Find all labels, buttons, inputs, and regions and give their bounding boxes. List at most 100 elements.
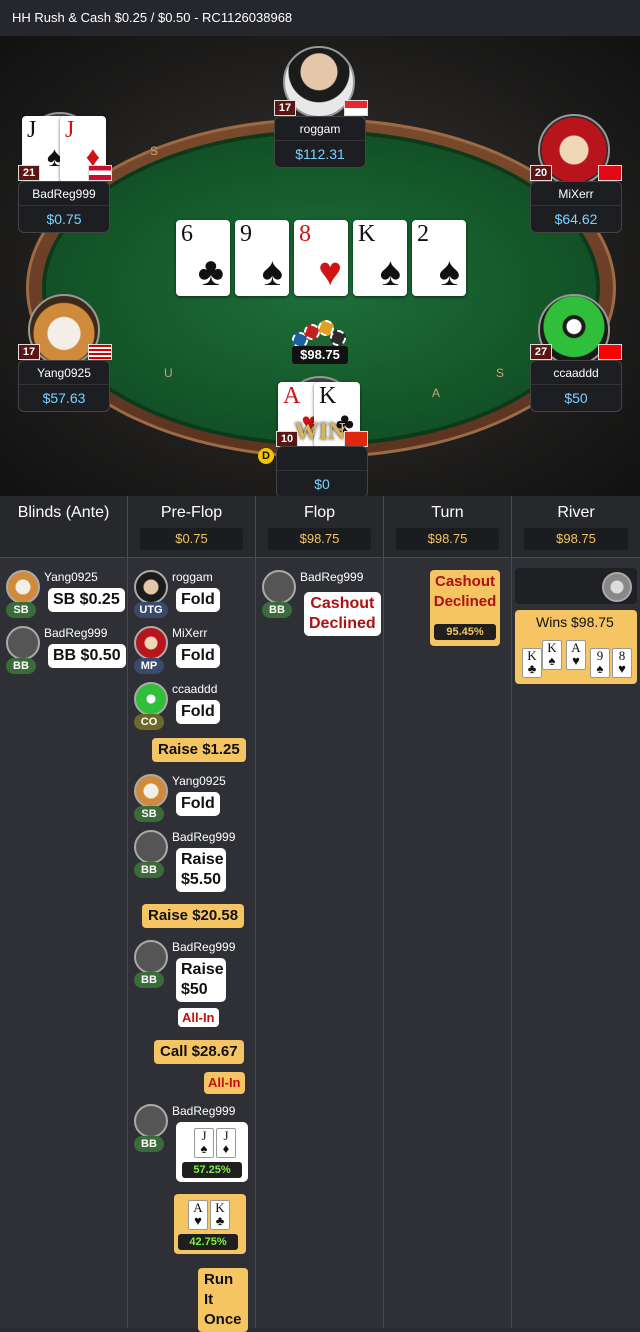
card: 9 ♠ <box>590 648 610 678</box>
nameplate: MiXerr $64.62 <box>530 181 622 233</box>
level-badge: 27 <box>530 344 552 360</box>
column-title: Flop <box>303 504 336 521</box>
level-badge: 21 <box>18 165 40 181</box>
equity-percent: 42.75% <box>178 1234 238 1250</box>
column-flop: Flop $98.75 BB BadReg999 Cashout Decline… <box>256 496 384 1328</box>
column-title: River <box>557 504 595 521</box>
column-river: River $98.75 Wins $98.75 K ♣ K ♠ A ♥ 9 ♠ 8 ♥ <box>512 496 640 1328</box>
street-pot: $0.75 <box>140 528 243 550</box>
hero-allin-badge: All-In <box>204 1072 245 1094</box>
nameplate: BadReg999 $0.75 <box>18 181 110 233</box>
player-name: ccaaddd <box>172 682 218 696</box>
position-badge: BB <box>134 972 164 988</box>
action-bubble: Raise $50 <box>176 958 226 1002</box>
board-card: 9 ♠ <box>235 220 289 296</box>
board-card: 6 ♣ <box>176 220 230 296</box>
player-name: Yang0925 <box>44 570 98 584</box>
flag-latvia-icon <box>88 165 112 181</box>
position-badge: BB <box>6 658 36 674</box>
level-badge: 10 <box>276 431 298 447</box>
player-name <box>277 447 367 471</box>
avatar <box>134 682 168 716</box>
column-header: Flop $98.75 <box>256 496 383 558</box>
card: K ♣ <box>522 648 542 678</box>
card: A ♥ <box>566 640 586 670</box>
card: J ♦ <box>216 1128 236 1158</box>
player-stack: $112.31 <box>295 146 345 162</box>
action-bubble: Fold <box>176 588 220 612</box>
avatar <box>134 830 168 864</box>
street-pot: $98.75 <box>524 528 628 550</box>
position-badge: CO <box>134 714 164 730</box>
column-title: Turn <box>431 504 464 521</box>
win-banner: WIN <box>294 419 346 445</box>
column-header: River $98.75 <box>512 496 640 558</box>
flag-malaysia-icon <box>88 344 112 360</box>
nameplate: $0 <box>276 446 368 496</box>
flag-singapore-icon <box>344 100 368 116</box>
position-badge: BB <box>134 1136 164 1152</box>
column-header: Turn $98.75 <box>384 496 511 558</box>
card: A ♥ <box>188 1200 208 1230</box>
column-blinds: Blinds (Ante) SB Yang0925 SB $0.25 BB Ba… <box>0 496 128 1328</box>
avatar <box>262 570 296 604</box>
player-name: BadReg999 <box>172 940 236 954</box>
equity-percent: 57.25% <box>182 1162 242 1178</box>
rail-letter: S <box>150 144 159 158</box>
player-name: BadReg999 <box>19 182 109 206</box>
column-turn: Turn $98.75 Cashout Declined 95.45% <box>384 496 512 1328</box>
column-header: Blinds (Ante) <box>0 496 127 558</box>
position-badge: MP <box>134 658 164 674</box>
player-stack: $0 <box>314 476 330 492</box>
card: 8 ♥ <box>612 648 632 678</box>
hero-action-bubble: Raise $1.25 <box>152 738 246 762</box>
player-stack: $50 <box>564 390 588 406</box>
card: K ♣ <box>210 1200 230 1230</box>
column-preflop: Pre-Flop $0.75 UTG roggam Fold MP MiXerr… <box>128 496 256 1332</box>
column-header: Pre-Flop $0.75 <box>128 496 255 558</box>
player-name: Yang0925 <box>172 774 226 788</box>
player-name: BadReg999 <box>44 626 108 640</box>
player-stack: $0.75 <box>46 211 82 227</box>
player-stack: $57.63 <box>42 390 86 406</box>
flag-taiwan-icon <box>598 344 622 360</box>
player-name: MiXerr <box>531 182 621 206</box>
action-bubble: BB $0.50 <box>48 644 126 668</box>
avatar <box>6 626 40 660</box>
action-bubble: Raise $5.50 <box>176 848 226 892</box>
player-stack: $64.62 <box>554 211 598 227</box>
rail-letter: S <box>496 366 505 380</box>
player-name: BadReg999 <box>172 830 236 844</box>
run-it-once-badge: Run It Once <box>198 1268 248 1332</box>
dealer-button: D <box>258 448 274 464</box>
column-title: Pre-Flop <box>160 504 223 521</box>
position-badge: SB <box>134 806 164 822</box>
rail-letter: A <box>432 386 441 400</box>
winner-amount: Wins $98.75 <box>536 614 614 630</box>
avatar <box>134 570 168 604</box>
street-pot: $98.75 <box>396 528 499 550</box>
avatar <box>602 572 632 602</box>
avatar <box>6 570 40 604</box>
player-name: roggam <box>275 117 365 141</box>
hero-action-bubble: Call $28.67 <box>154 1040 244 1064</box>
player-name: MiXerr <box>172 626 208 640</box>
avatar <box>134 1104 168 1138</box>
position-badge: SB <box>6 602 36 618</box>
flag-hongkong-icon <box>344 431 368 447</box>
nameplate: roggam $112.31 <box>274 116 366 168</box>
player-name: ccaaddd <box>531 361 621 385</box>
board-card: K ♠ <box>353 220 407 296</box>
level-badge: 17 <box>18 344 40 360</box>
nameplate: ccaaddd $50 <box>530 360 622 412</box>
window-title: HH Rush & Cash $0.25 / $0.50 - RC1126038… <box>0 0 640 36</box>
card: J ♠ <box>194 1128 214 1158</box>
player-name: roggam <box>172 570 213 584</box>
level-badge: 20 <box>530 165 552 181</box>
pot-amount: $98.75 <box>292 346 348 364</box>
avatar <box>134 940 168 974</box>
position-badge: BB <box>262 602 292 618</box>
position-badge: BB <box>134 862 164 878</box>
card: K ♠ <box>542 640 562 670</box>
column-title: Blinds (Ante) <box>17 504 110 521</box>
